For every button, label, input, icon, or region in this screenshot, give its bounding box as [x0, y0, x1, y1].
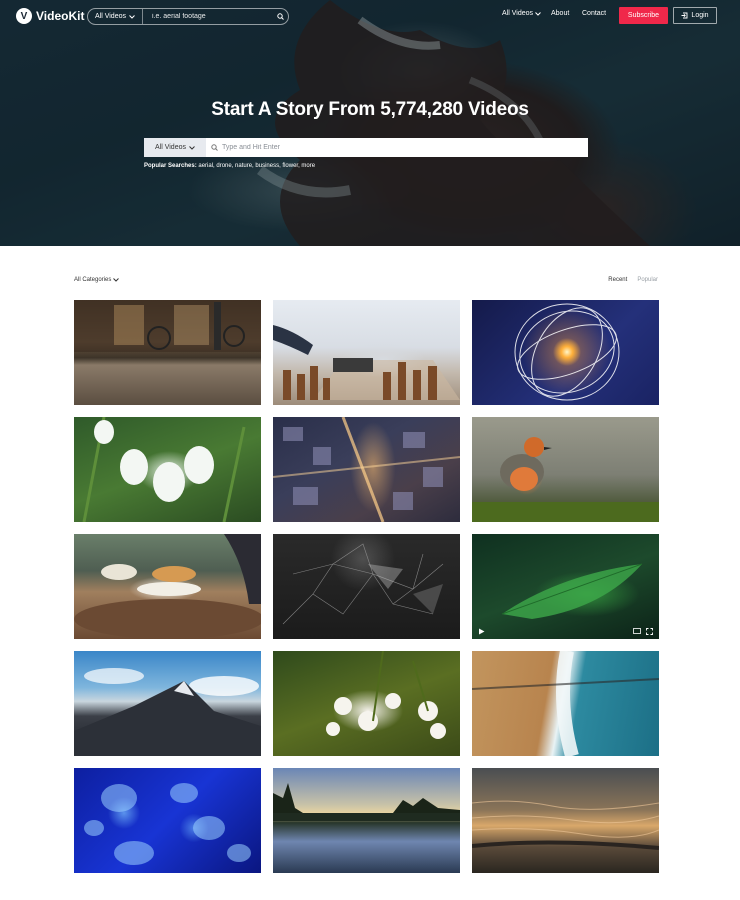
- category-filter[interactable]: All Categories: [74, 277, 120, 283]
- city-scene-art: [273, 417, 460, 522]
- cast-icon[interactable]: [633, 627, 641, 635]
- video-thumbnail-green-leaf[interactable]: [472, 534, 659, 639]
- video-thumbnail-dinner-table[interactable]: [74, 534, 261, 639]
- hero-overlay: [0, 0, 740, 246]
- video-thumbnail-glowing-sphere[interactable]: [472, 300, 659, 405]
- video-thumbnail-city-night-aerial[interactable]: [273, 417, 460, 522]
- sort-recent[interactable]: Recent: [608, 277, 627, 283]
- top-navigation: V VideoKit All Videos All Videos About C…: [0, 0, 740, 32]
- video-thumbnail-white-blossoms[interactable]: [273, 651, 460, 756]
- waves-scene-art: [472, 800, 659, 850]
- brand-logo[interactable]: V VideoKit: [16, 8, 84, 24]
- search-icon: [210, 144, 218, 151]
- popular-searches-terms[interactable]: aerial, drone, nature, business, flower,…: [198, 163, 315, 169]
- chevron-down-icon: [129, 14, 135, 19]
- video-thumbnail-chess-game[interactable]: [273, 300, 460, 405]
- logo-badge: V: [16, 8, 32, 24]
- sphere-scene-art: [514, 303, 620, 401]
- hero-search-filter-label: All Videos: [154, 144, 186, 151]
- sort-options: Recent Popular: [608, 277, 658, 283]
- nav-search-filter[interactable]: All Videos: [88, 9, 143, 24]
- video-thumbnail-lake-sunset[interactable]: [273, 768, 460, 873]
- video-thumbnail-street-bicycles[interactable]: [74, 300, 261, 405]
- nav-about-link[interactable]: About: [551, 10, 569, 17]
- video-thumbnail-network-mesh[interactable]: [273, 534, 460, 639]
- blossom-scene-art: [326, 651, 446, 739]
- login-label: Login: [691, 12, 709, 19]
- network-scene-art: [282, 543, 444, 625]
- nav-search-button[interactable]: [272, 9, 288, 24]
- video-player-controls: [472, 623, 659, 639]
- play-icon[interactable]: [478, 628, 485, 635]
- chess-scene-art: [273, 325, 460, 400]
- nav-all-videos[interactable]: All Videos: [502, 10, 541, 17]
- fullscreen-icon[interactable]: [646, 627, 653, 635]
- login-icon: [681, 12, 688, 19]
- hero-search-input[interactable]: [222, 138, 588, 157]
- search-icon: [276, 13, 284, 20]
- chevron-down-icon: [113, 278, 120, 282]
- category-filter-label: All Categories: [74, 277, 112, 283]
- nav-contact-link[interactable]: Contact: [582, 10, 606, 17]
- dinner-scene-art: [74, 534, 261, 639]
- login-button[interactable]: Login: [673, 7, 717, 24]
- chevron-down-icon: [535, 11, 541, 16]
- robin-scene-art: [472, 437, 659, 522]
- nav-all-videos-label: All Videos: [502, 10, 534, 17]
- nav-search-bar: All Videos: [87, 8, 289, 25]
- chevron-down-icon: [189, 145, 195, 150]
- popular-searches-label: Popular Searches:: [144, 163, 197, 169]
- hero-search-bar: All Videos: [144, 138, 588, 157]
- logo-text: VideoKit: [36, 9, 85, 23]
- subscribe-button[interactable]: Subscribe: [619, 7, 668, 24]
- beach-scene-art: [472, 651, 659, 756]
- nav-search-filter-label: All Videos: [94, 13, 126, 20]
- snowdrop-scene-art: [82, 417, 246, 522]
- sort-popular[interactable]: Popular: [637, 277, 658, 283]
- video-thumbnail-blue-jellyfish[interactable]: [74, 768, 261, 873]
- video-grid: [74, 300, 659, 873]
- video-thumbnail-robin-bird[interactable]: [472, 417, 659, 522]
- popular-searches: Popular Searches: aerial, drone, nature,…: [144, 163, 315, 169]
- hero-banner: V VideoKit All Videos All Videos About C…: [0, 0, 740, 246]
- hero-title: Start A Story From 5,774,280 Videos: [211, 99, 529, 120]
- street-scene-art: [74, 300, 261, 352]
- video-thumbnail-mountain-peak[interactable]: [74, 651, 261, 756]
- nav-search-input[interactable]: [143, 9, 272, 24]
- hero-search-icon-wrap: [206, 144, 222, 151]
- video-thumbnail-beach-aerial[interactable]: [472, 651, 659, 756]
- jellyfish-scene-art: [84, 783, 251, 865]
- video-thumbnail-ocean-waves[interactable]: [472, 768, 659, 873]
- mountain-scene-art: [74, 668, 261, 756]
- lake-scene-art: [273, 783, 460, 821]
- video-thumbnail-snowdrop-flowers[interactable]: [74, 417, 261, 522]
- hero-search-filter[interactable]: All Videos: [144, 138, 206, 157]
